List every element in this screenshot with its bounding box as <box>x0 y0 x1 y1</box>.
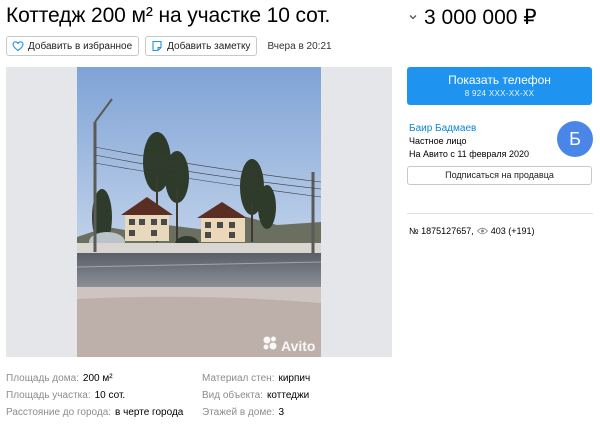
seller-avatar[interactable]: Б <box>557 121 593 157</box>
param-value: коттеджи <box>266 390 310 401</box>
chevron-down-icon[interactable] <box>406 10 420 24</box>
listing-title: Коттедж 200 м² на участке 10 сот. <box>6 4 331 27</box>
avito-logo-icon <box>262 335 278 356</box>
add-to-favorites-label: Добавить в избранное <box>28 40 133 52</box>
param-key: Площадь дома: <box>6 373 79 384</box>
param-key: Расстояние до города: <box>6 407 112 418</box>
param-value: кирпич <box>278 373 311 384</box>
view-count: 403 (+191) <box>490 226 535 236</box>
price-block: 3 000 000 ₽ <box>406 4 537 30</box>
param-key: Материал стен: <box>202 373 275 384</box>
params-column-1: Площадь дома: 200 м² Площадь участка: 10 с… <box>6 370 183 421</box>
param-value: 10 сот. <box>94 390 126 401</box>
note-icon <box>151 40 163 52</box>
param-row: Площадь участка: 10 сот. <box>6 387 183 404</box>
ad-meta: № 1875127657, 403 (+191) <box>409 226 535 236</box>
avito-watermark: Avito <box>262 335 315 356</box>
add-to-favorites-button[interactable]: Добавить в избранное <box>6 36 140 56</box>
listing-photo[interactable] <box>77 67 321 357</box>
param-row: Материал стен: кирпич <box>202 370 310 387</box>
publish-date: Вчера в 20:21 <box>267 40 332 52</box>
listing-price: 3 000 000 ₽ <box>424 5 537 29</box>
param-value: 3 <box>278 407 285 418</box>
eye-icon <box>476 227 488 235</box>
seller-info: Баир Бадмаев Частное лицо На Авито с 11 … <box>409 122 529 161</box>
masked-phone: 8 924 XXX-XX-XX <box>464 89 535 98</box>
param-key: Площадь участка: <box>6 390 91 401</box>
param-row: Расстояние до города: в черте города <box>6 404 183 421</box>
seller-type: Частное лицо <box>409 136 467 146</box>
heart-icon <box>12 40 24 52</box>
listing-actions: Добавить в избранное Добавить заметку Вч… <box>6 36 332 56</box>
subscribe-seller-button[interactable]: Подписаться на продавца <box>407 166 592 185</box>
seller-since: На Авито с 11 февраля 2020 <box>409 149 530 159</box>
param-value: в черте города <box>115 407 184 418</box>
param-key: Этажей в доме: <box>202 407 275 418</box>
ad-number: № 1875127657, <box>409 226 474 236</box>
add-note-button[interactable]: Добавить заметку <box>145 36 258 56</box>
param-value: 200 м² <box>82 373 113 384</box>
photo-gallery[interactable]: Avito <box>6 67 392 357</box>
avito-watermark-text: Avito <box>281 337 316 354</box>
params-column-2: Материал стен: кирпич Вид объекта: коттедж… <box>202 370 310 421</box>
divider <box>407 213 593 214</box>
show-phone-button[interactable]: Показать телефон 8 924 XXX-XX-XX <box>407 67 592 105</box>
param-key: Вид объекта: <box>202 390 263 401</box>
param-row: Вид объекта: коттеджи <box>202 387 310 404</box>
param-row: Этажей в доме: 3 <box>202 404 310 421</box>
show-phone-label: Показать телефон <box>448 73 551 87</box>
add-note-label: Добавить заметку <box>167 40 251 52</box>
seller-name-link[interactable]: Баир Бадмаев <box>409 122 529 135</box>
param-row: Площадь дома: 200 м² <box>6 370 183 387</box>
